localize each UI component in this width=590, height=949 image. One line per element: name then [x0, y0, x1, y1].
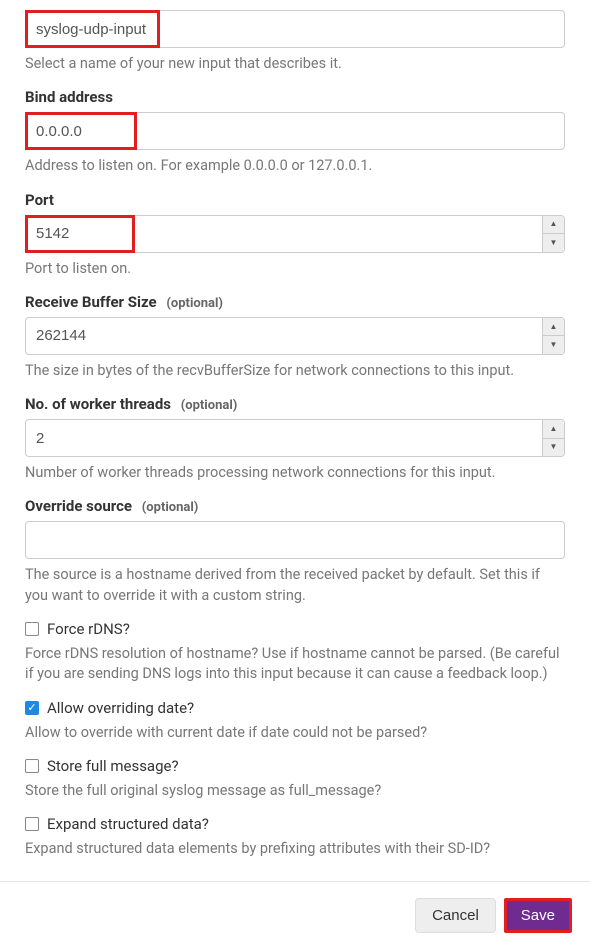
- name-group: Select a name of your new input that des…: [25, 10, 565, 74]
- expand-group: Expand structured data? Expand structure…: [25, 815, 565, 859]
- override-group: Override source (optional) The source is…: [25, 497, 565, 606]
- name-input[interactable]: [25, 10, 565, 48]
- name-help: Select a name of your new input that des…: [25, 54, 565, 74]
- override-label: Override source: [25, 497, 132, 515]
- recvbuf-optional: (optional): [166, 296, 223, 311]
- bind-help: Address to listen on. For example 0.0.0.…: [25, 156, 565, 176]
- storefull-group: Store full message? Store the full origi…: [25, 757, 565, 801]
- bind-input[interactable]: [25, 112, 565, 150]
- port-help: Port to listen on.: [25, 259, 565, 279]
- recvbuf-group: Receive Buffer Size (optional) ▲ ▼ The s…: [25, 293, 565, 381]
- allowdate-group: ✓ Allow overriding date? Allow to overri…: [25, 699, 565, 743]
- recvbuf-input[interactable]: [25, 317, 565, 355]
- chevron-down-icon[interactable]: ▼: [543, 336, 564, 354]
- port-input[interactable]: [25, 215, 565, 253]
- workers-label: No. of worker threads: [25, 395, 171, 413]
- storefull-check-row[interactable]: Store full message?: [25, 757, 565, 775]
- override-input[interactable]: [25, 521, 565, 559]
- expand-label: Expand structured data?: [47, 815, 209, 833]
- recvbuf-label: Receive Buffer Size: [25, 293, 157, 311]
- workers-help: Number of worker threads processing netw…: [25, 463, 565, 483]
- rdns-check-row[interactable]: Force rDNS?: [25, 620, 565, 638]
- chevron-down-icon[interactable]: ▼: [543, 439, 564, 457]
- dialog-footer: Cancel Save: [0, 881, 590, 949]
- port-group: Port ▲ ▼ Port to listen on.: [25, 191, 565, 279]
- expand-checkbox[interactable]: [25, 817, 39, 831]
- form-body: Select a name of your new input that des…: [0, 0, 590, 881]
- workers-group: No. of worker threads (optional) ▲ ▼ Num…: [25, 395, 565, 483]
- bind-label: Bind address: [25, 88, 113, 106]
- expand-check-row[interactable]: Expand structured data?: [25, 815, 565, 833]
- recvbuf-help: The size in bytes of the recvBufferSize …: [25, 361, 565, 381]
- workers-optional: (optional): [181, 398, 238, 413]
- rdns-checkbox[interactable]: [25, 622, 39, 636]
- recvbuf-spinner[interactable]: ▲ ▼: [542, 318, 564, 354]
- save-button[interactable]: Save: [504, 898, 572, 933]
- storefull-checkbox[interactable]: [25, 759, 39, 773]
- chevron-up-icon[interactable]: ▲: [543, 318, 564, 337]
- port-label: Port: [25, 191, 54, 209]
- workers-input[interactable]: [25, 419, 565, 457]
- chevron-down-icon[interactable]: ▼: [543, 234, 564, 252]
- workers-spinner[interactable]: ▲ ▼: [542, 420, 564, 456]
- allowdate-help: Allow to override with current date if d…: [25, 723, 565, 743]
- override-help: The source is a hostname derived from th…: [25, 565, 565, 606]
- port-spinner[interactable]: ▲ ▼: [542, 216, 564, 252]
- allowdate-label: Allow overriding date?: [47, 699, 194, 717]
- chevron-up-icon[interactable]: ▲: [543, 420, 564, 439]
- cancel-button[interactable]: Cancel: [415, 898, 496, 933]
- override-optional: (optional): [142, 500, 199, 515]
- allowdate-checkbox[interactable]: ✓: [25, 701, 39, 715]
- storefull-label: Store full message?: [47, 757, 179, 775]
- rdns-help: Force rDNS resolution of hostname? Use i…: [25, 644, 565, 685]
- allowdate-check-row[interactable]: ✓ Allow overriding date?: [25, 699, 565, 717]
- chevron-up-icon[interactable]: ▲: [543, 216, 564, 235]
- rdns-group: Force rDNS? Force rDNS resolution of hos…: [25, 620, 565, 685]
- storefull-help: Store the full original syslog message a…: [25, 781, 565, 801]
- expand-help: Expand structured data elements by prefi…: [25, 839, 565, 859]
- rdns-label: Force rDNS?: [47, 620, 130, 638]
- bind-group: Bind address Address to listen on. For e…: [25, 88, 565, 176]
